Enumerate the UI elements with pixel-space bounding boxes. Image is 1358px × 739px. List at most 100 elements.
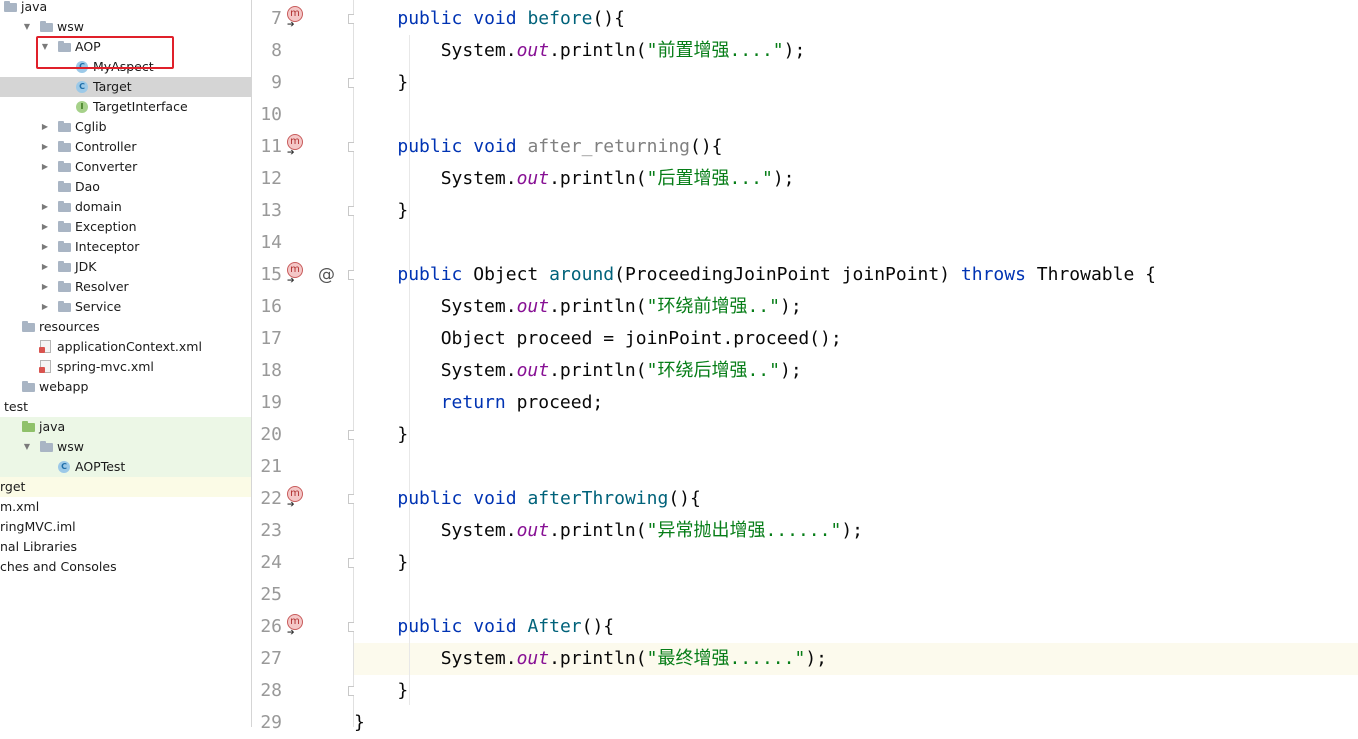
tree-item[interactable]: C Target — [0, 77, 251, 97]
code-token: (){ — [690, 136, 723, 157]
collapse-arrow-icon[interactable]: ▶ — [40, 217, 50, 237]
tree-item-label: test — [4, 399, 29, 414]
code-line[interactable]: public void before(){ — [354, 3, 1358, 35]
tree-item[interactable]: webapp — [0, 377, 251, 397]
folder-icon — [58, 281, 71, 292]
tree-item-label: Controller — [75, 139, 137, 154]
annotation-marker-icon[interactable]: @ — [318, 259, 335, 291]
tree-item[interactable]: resources — [0, 317, 251, 337]
collapse-arrow-icon[interactable]: ▶ — [40, 197, 50, 217]
code-line[interactable]: } — [354, 707, 1358, 739]
code-line[interactable]: public Object around(ProceedingJoinPoint… — [354, 259, 1358, 291]
line-number: 9 — [271, 72, 282, 93]
tree-item[interactable]: ▶ domain — [0, 197, 251, 217]
line-number: 24 — [260, 552, 282, 573]
code-line[interactable]: } — [354, 675, 1358, 707]
navigate-arrow-icon[interactable]: ➔ — [287, 500, 295, 510]
navigate-arrow-icon[interactable]: ➔ — [287, 148, 295, 158]
tree-item[interactable]: java — [0, 0, 251, 17]
code-token: System. — [354, 296, 517, 317]
tree-item[interactable]: test — [0, 397, 251, 417]
code-token: System. — [354, 520, 517, 541]
code-token: Object — [462, 264, 550, 285]
code-token: "环绕后增强.." — [646, 360, 780, 381]
tree-item[interactable]: I TargetInterface — [0, 97, 251, 117]
code-editor[interactable]: public void before(){ System.out.println… — [354, 0, 1358, 733]
code-line[interactable]: Object proceed = joinPoint.proceed(); — [354, 323, 1358, 355]
code-line[interactable]: System.out.println("最终增强......"); — [354, 643, 1358, 675]
code-line[interactable]: System.out.println("环绕后增强.."); — [354, 355, 1358, 387]
tree-item[interactable]: java — [0, 417, 251, 437]
collapse-arrow-icon[interactable]: ▶ — [40, 297, 50, 317]
code-line[interactable]: } — [354, 195, 1358, 227]
code-token: } — [354, 200, 409, 221]
code-line[interactable]: } — [354, 547, 1358, 579]
tree-item[interactable]: ▶ Exception — [0, 217, 251, 237]
code-line[interactable]: return proceed; — [354, 387, 1358, 419]
code-token: around — [549, 264, 615, 285]
code-line[interactable] — [354, 227, 1358, 259]
code-line[interactable]: } — [354, 419, 1358, 451]
navigate-arrow-icon[interactable]: ➔ — [287, 628, 295, 638]
tree-item[interactable]: ▶ Service — [0, 297, 251, 317]
tree-item[interactable]: applicationContext.xml — [0, 337, 251, 357]
tree-item[interactable]: ches and Consoles — [0, 557, 251, 577]
tree-item[interactable]: ▶ Cglib — [0, 117, 251, 137]
tree-item[interactable]: ▶ Controller — [0, 137, 251, 157]
tree-item[interactable]: ringMVC.iml — [0, 517, 251, 537]
code-line[interactable]: System.out.println("后置增强..."); — [354, 163, 1358, 195]
code-line[interactable] — [354, 579, 1358, 611]
collapse-arrow-icon[interactable]: ▶ — [40, 137, 50, 157]
tree-item-label: Dao — [75, 179, 100, 194]
collapse-arrow-icon[interactable]: ▶ — [40, 117, 50, 137]
tree-item[interactable]: ▼ wsw — [0, 437, 251, 457]
tree-item[interactable]: ▶ JDK — [0, 257, 251, 277]
tree-item-label: Inteceptor — [75, 239, 140, 254]
collapse-arrow-icon[interactable]: ▶ — [40, 277, 50, 297]
code-line[interactable]: System.out.println("异常抛出增强......"); — [354, 515, 1358, 547]
code-token: before — [527, 8, 593, 29]
collapse-arrow-icon[interactable]: ▶ — [40, 157, 50, 177]
code-token: Object proceed = joinPoint.proceed(); — [354, 328, 842, 349]
code-token: afterThrowing — [527, 488, 669, 509]
code-line[interactable]: } — [354, 67, 1358, 99]
code-line[interactable] — [354, 451, 1358, 483]
tree-item[interactable]: ▼ wsw — [0, 17, 251, 37]
code-token: throws — [960, 264, 1026, 285]
code-line[interactable]: System.out.println("前置增强...."); — [354, 35, 1358, 67]
code-token: } — [354, 424, 409, 445]
collapse-arrow-icon[interactable]: ▶ — [40, 237, 50, 257]
expand-arrow-icon[interactable]: ▼ — [22, 437, 32, 457]
code-token: (){ — [592, 8, 625, 29]
tree-item[interactable]: C AOPTest — [0, 457, 251, 477]
code-line[interactable]: public void after_returning(){ — [354, 131, 1358, 163]
code-token: void — [473, 8, 517, 29]
tree-item[interactable]: rget — [0, 477, 251, 497]
line-number: 23 — [260, 520, 282, 541]
tree-item[interactable]: Dao — [0, 177, 251, 197]
tree-item[interactable]: ▶ Converter — [0, 157, 251, 177]
code-line[interactable]: public void After(){ — [354, 611, 1358, 643]
code-line[interactable] — [354, 99, 1358, 131]
tree-item[interactable]: nal Libraries — [0, 537, 251, 557]
navigate-arrow-icon[interactable]: ➔ — [287, 20, 295, 30]
code-token: out — [516, 520, 550, 541]
tree-item-label: java — [21, 0, 48, 14]
line-number: 26 — [260, 616, 282, 637]
collapse-arrow-icon[interactable]: ▶ — [40, 257, 50, 277]
code-line[interactable]: System.out.println("环绕前增强.."); — [354, 291, 1358, 323]
tree-item[interactable]: ▶ Resolver — [0, 277, 251, 297]
tree-item[interactable]: m.xml — [0, 497, 251, 517]
tree-item[interactable]: spring-mvc.xml — [0, 357, 251, 377]
code-token: .println( — [549, 360, 647, 381]
navigate-arrow-icon[interactable]: ➔ — [287, 276, 295, 286]
tree-item[interactable]: ▶ Inteceptor — [0, 237, 251, 257]
folder-icon — [58, 121, 71, 132]
code-token: ); — [783, 40, 806, 61]
expand-arrow-icon[interactable]: ▼ — [22, 17, 32, 37]
code-line[interactable]: public void afterThrowing(){ — [354, 483, 1358, 515]
